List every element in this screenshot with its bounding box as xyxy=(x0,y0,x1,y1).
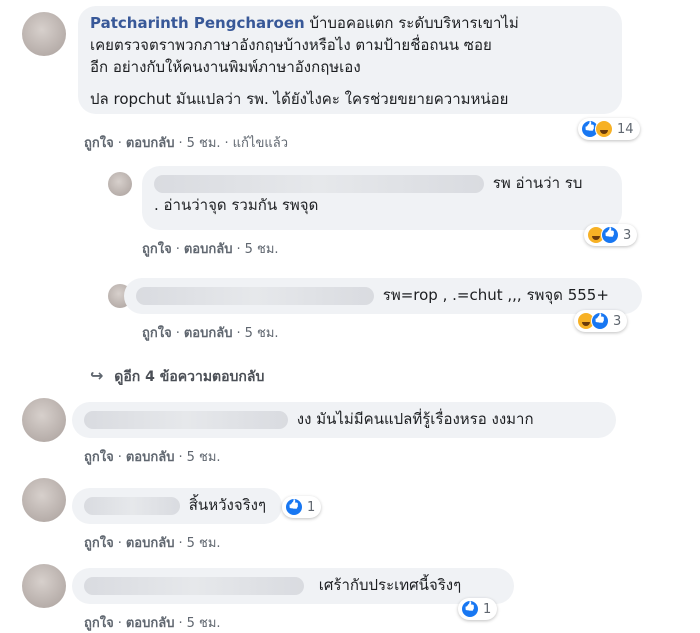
comment-bubble: งง มันไม่มีคนแปลที่รู้เรื่องหรอ งงมาก xyxy=(72,402,616,438)
comment-text: เศร้ากับประเทศนี้จริงๆ xyxy=(318,576,462,594)
reaction-summary[interactable]: 1 xyxy=(458,598,498,620)
comment-text: บ้าบอคอแตก ระดับบริหารเขาไม่ xyxy=(304,14,519,32)
comment-actions: ถูกใจ · ตอบกลับ · 5 ชม. xyxy=(84,616,221,631)
reply-link[interactable]: ตอบกลับ xyxy=(126,536,175,551)
comment-text: อีก อย่างกับให้คนงานพิมพ์ภาษาอังกฤษเอง xyxy=(90,58,361,76)
like-reaction-icon xyxy=(601,226,619,244)
timestamp[interactable]: 5 ชม. xyxy=(187,616,221,631)
comment-text: รพ=rop , .=chut ,,, รพจุด 555+ xyxy=(382,286,609,304)
reaction-summary[interactable]: 3 xyxy=(574,310,628,332)
view-more-replies-label[interactable]: ดูอีก 4 ข้อความตอบกลับ xyxy=(114,369,264,385)
comment-bubble: รพ=rop , .=chut ,,, รพจุด 555+ xyxy=(124,278,642,314)
comment-bubble: สิ้นหวังจริงๆ xyxy=(72,488,282,524)
reply-link[interactable]: ตอบกลับ xyxy=(126,136,175,151)
reaction-count: 14 xyxy=(617,121,634,137)
like-link[interactable]: ถูกใจ xyxy=(84,450,114,465)
like-link[interactable]: ถูกใจ xyxy=(84,136,114,151)
comment-actions: ถูกใจ · ตอบกลับ · 5 ชม. xyxy=(142,242,279,257)
comment-actions: ถูกใจ · ตอบกลับ · 5 ชม. · แก้ไขแล้ว xyxy=(84,136,288,151)
reaction-count: 1 xyxy=(483,601,492,617)
avatar[interactable] xyxy=(22,478,66,522)
comment-author[interactable]: Patcharinth Pengcharoen xyxy=(90,14,305,32)
avatar[interactable] xyxy=(22,564,66,608)
comment-text: . อ่านว่าจุด รวมกัน รพจุด xyxy=(154,196,319,214)
comment-actions: ถูกใจ · ตอบกลับ · 5 ชม. xyxy=(142,326,279,341)
like-link[interactable]: ถูกใจ xyxy=(142,326,172,341)
comment-text: สิ้นหวังจริงๆ xyxy=(188,496,267,514)
blurred-author[interactable] xyxy=(136,286,374,305)
like-link[interactable]: ถูกใจ xyxy=(84,536,114,551)
comment-text: เคยตรวจตราพวกภาษาอังกฤษบ้างหรือไง ตามป้า… xyxy=(90,36,492,54)
timestamp[interactable]: 5 ชม. xyxy=(245,326,279,341)
edited-label[interactable]: แก้ไขแล้ว xyxy=(233,136,288,151)
haha-reaction-icon xyxy=(595,120,613,138)
timestamp[interactable]: 5 ชม. xyxy=(187,450,221,465)
reaction-summary[interactable]: 3 xyxy=(584,224,638,246)
avatar[interactable] xyxy=(22,12,66,56)
timestamp[interactable]: 5 ชม. xyxy=(245,242,279,257)
like-link[interactable]: ถูกใจ xyxy=(84,616,114,631)
reply-link[interactable]: ตอบกลับ xyxy=(126,616,175,631)
like-link[interactable]: ถูกใจ xyxy=(142,242,172,257)
comment-bubble: Patcharinth Pengcharoen บ้าบอคอแตก ระดับ… xyxy=(78,6,622,114)
comment-text: ปล ropchut มันแปลว่า รพ. ได้ยังไงคะ ใครช… xyxy=(90,90,509,108)
blurred-author[interactable] xyxy=(84,410,288,429)
comment-actions: ถูกใจ · ตอบกลับ · 5 ชม. xyxy=(84,536,221,551)
timestamp[interactable]: 5 ชม. xyxy=(187,136,221,151)
comment-bubble: เศร้ากับประเทศนี้จริงๆ xyxy=(72,568,514,604)
reaction-count: 3 xyxy=(623,227,632,243)
blurred-author[interactable] xyxy=(84,576,304,595)
avatar[interactable] xyxy=(108,172,132,196)
reply-arrow-icon: ↪ xyxy=(90,366,104,385)
reaction-count: 1 xyxy=(307,499,316,515)
like-reaction-icon xyxy=(591,312,609,330)
reaction-summary[interactable]: 1 xyxy=(282,496,322,518)
blurred-author[interactable] xyxy=(154,174,484,193)
comment-actions: ถูกใจ · ตอบกลับ · 5 ชม. xyxy=(84,450,221,465)
comment-text: งง มันไม่มีคนแปลที่รู้เรื่องหรอ งงมาก xyxy=(296,410,534,428)
avatar[interactable] xyxy=(22,398,66,442)
timestamp[interactable]: 5 ชม. xyxy=(187,536,221,551)
reply-link[interactable]: ตอบกลับ xyxy=(184,242,233,257)
reply-link[interactable]: ตอบกลับ xyxy=(126,450,175,465)
reply-link[interactable]: ตอบกลับ xyxy=(184,326,233,341)
view-more-replies[interactable]: ↪ ดูอีก 4 ข้อความตอบกลับ xyxy=(90,366,264,388)
like-reaction-icon xyxy=(285,498,303,516)
reaction-summary[interactable]: 14 xyxy=(578,118,640,140)
comment-text: รพ อ่านว่า รบ xyxy=(492,174,583,192)
reaction-count: 3 xyxy=(613,313,622,329)
like-reaction-icon xyxy=(461,600,479,618)
blurred-author[interactable] xyxy=(84,496,180,515)
comment-bubble: รพ อ่านว่า รบ . อ่านว่าจุด รวมกัน รพจุด xyxy=(142,166,622,230)
